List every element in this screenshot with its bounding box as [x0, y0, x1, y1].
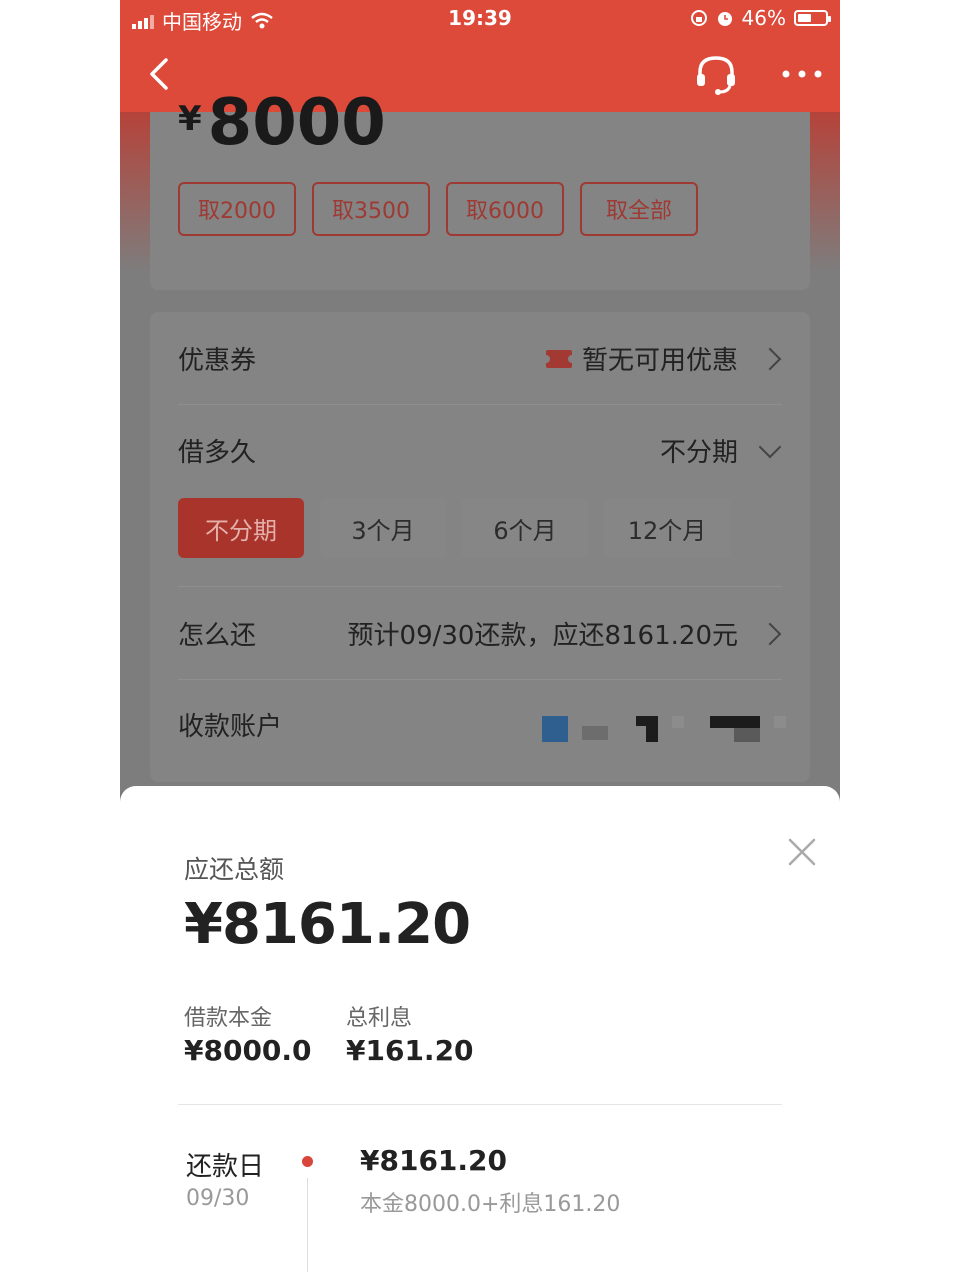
chevron-down-icon	[758, 435, 782, 458]
repay-detail: 本金8000.0+利息161.20	[360, 1192, 621, 1217]
repay-day-label: 还款日	[186, 1152, 265, 1182]
amount-card: ¥8000 取2000 取3500 取6000 取全部	[150, 86, 810, 290]
alarm-icon	[717, 12, 732, 26]
rotation-lock-icon	[690, 10, 707, 26]
term-label: 借多久	[178, 438, 257, 468]
total-amount: ¥8161.20	[184, 892, 471, 957]
quick-amount-button-all[interactable]: 取全部	[580, 182, 698, 236]
term-option-6-months[interactable]: 6个月	[462, 498, 588, 558]
account-row[interactable]: 收款账户	[178, 678, 786, 770]
divider	[178, 1104, 782, 1105]
term-option-3-months[interactable]: 3个月	[320, 498, 446, 558]
header-fade-left	[120, 112, 150, 272]
more-icon[interactable]	[778, 62, 826, 86]
back-icon[interactable]	[142, 56, 178, 92]
repay-label: 怎么还	[178, 621, 257, 651]
coupon-icon	[541, 349, 576, 368]
headset-icon[interactable]	[692, 52, 740, 96]
repay-date: 09/30	[186, 1186, 250, 1211]
chevron-right-icon	[758, 622, 782, 645]
account-label: 收款账户	[178, 712, 283, 742]
timeline-line	[307, 1178, 308, 1272]
repayment-sheet: 应还总额 ¥8161.20 借款本金 ¥8000.0 总利息 ¥161.20 还…	[120, 786, 840, 1280]
status-bar: 中国移动 19:39 46%	[120, 0, 840, 38]
principal-label: 借款本金	[184, 1006, 273, 1031]
quick-amount-button-6000[interactable]: 取6000	[446, 182, 564, 236]
loan-options-card: 优惠券 暂无可用优惠 借多久 不分期 不分期 3个月 6个月 12个月 怎么还 …	[150, 312, 810, 782]
battery-percent: 46%	[741, 6, 786, 30]
sheet-title: 应还总额	[184, 855, 285, 884]
coupon-row[interactable]: 优惠券 暂无可用优惠	[178, 312, 782, 405]
interest-label: 总利息	[346, 1006, 413, 1031]
term-option-12-months[interactable]: 12个月	[604, 498, 730, 558]
repay-amount: ¥8161.20	[360, 1144, 508, 1177]
close-icon[interactable]	[784, 834, 820, 870]
coupon-value: 暂无可用优惠	[581, 346, 738, 376]
timeline-dot	[302, 1156, 313, 1167]
term-options: 不分期 3个月 6个月 12个月	[178, 498, 730, 558]
phone-screen: 中国移动 19:39 46% ¥8000 取2000 取3500 取6000 取…	[120, 0, 840, 1280]
quick-amount-button-3500[interactable]: 取3500	[312, 182, 430, 236]
header-fade-right	[810, 112, 840, 272]
coupon-label: 优惠券	[178, 346, 257, 376]
term-value: 不分期	[659, 438, 738, 468]
term-option-none[interactable]: 不分期	[178, 498, 304, 558]
chevron-right-icon	[758, 347, 782, 370]
interest-value: ¥161.20	[346, 1034, 474, 1067]
repay-value: 预计09/30还款，应还8161.20元	[347, 621, 738, 651]
repay-row[interactable]: 怎么还 预计09/30还款，应还8161.20元	[178, 586, 782, 680]
term-row[interactable]: 借多久 不分期	[178, 404, 782, 496]
principal-value: ¥8000.0	[184, 1034, 312, 1067]
quick-amount-button-2000[interactable]: 取2000	[178, 182, 296, 236]
battery-icon	[794, 10, 831, 26]
quick-amount-buttons: 取2000 取3500 取6000 取全部	[178, 182, 698, 236]
loan-amount: ¥8000	[178, 86, 386, 160]
